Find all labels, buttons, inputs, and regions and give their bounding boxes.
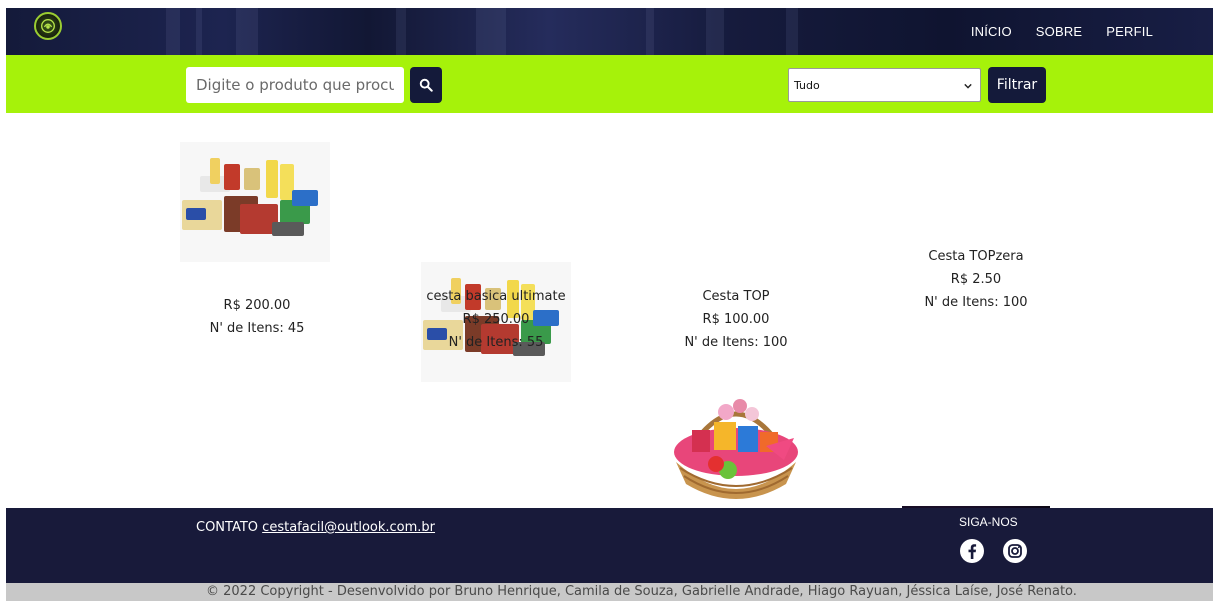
chevron-down-icon	[964, 83, 972, 89]
logo-icon[interactable]	[34, 12, 62, 40]
header-decoration	[786, 8, 798, 55]
product-card[interactable]: cesta basica ultimate R$ 250.00 N' de It…	[386, 285, 606, 354]
category-select-value: Tudo	[794, 78, 820, 92]
main-nav: INÍCIO SOBRE PERFIL	[971, 8, 1153, 55]
product-price: R$ 100.00	[702, 312, 770, 327]
product-image[interactable]	[666, 386, 806, 516]
header-decoration	[646, 8, 654, 55]
product-card[interactable]: R$ 200.00 N' de Itens: 45	[147, 294, 367, 340]
header-decoration	[396, 8, 406, 55]
nav-link-sobre[interactable]: SOBRE	[1036, 24, 1083, 39]
product-card[interactable]: Cesta TOPzera R$ 2.50 N' de Itens: 100	[866, 245, 1086, 314]
product-price: R$ 200.00	[223, 298, 291, 313]
nav-link-perfil[interactable]: PERFIL	[1106, 24, 1153, 39]
search-input[interactable]	[186, 67, 404, 103]
contact-email-link[interactable]: cestafacil@outlook.com.br	[262, 520, 435, 535]
search-icon	[419, 78, 433, 92]
header-decoration	[166, 8, 180, 55]
facebook-icon[interactable]	[959, 538, 985, 564]
header-decoration	[476, 8, 506, 55]
filter-button[interactable]: Filtrar	[988, 67, 1046, 103]
top-navbar: INÍCIO SOBRE PERFIL	[6, 8, 1213, 55]
contact-label: CONTATO	[196, 520, 259, 535]
search-button[interactable]	[410, 67, 442, 103]
header-decoration	[196, 8, 202, 55]
header-decoration	[706, 8, 724, 55]
product-item-count: N' de Itens: 100	[924, 295, 1028, 310]
category-select[interactable]: Tudo	[788, 68, 981, 102]
follow-label: SIGA-NOS	[959, 515, 1018, 529]
footer: CONTATO cestafacil@outlook.com.br SIGA-N…	[6, 508, 1213, 583]
instagram-icon[interactable]	[1002, 538, 1028, 564]
product-card[interactable]: Cesta TOP R$ 100.00 N' de Itens: 100	[626, 285, 846, 354]
search-filter-bar: Tudo Filtrar	[6, 55, 1213, 113]
header-decoration	[236, 8, 258, 55]
copyright-text: © 2022 Copyright - Desenvolvido por Brun…	[206, 584, 1077, 599]
product-item-count: N' de Itens: 45	[209, 321, 305, 336]
product-name: Cesta TOP	[702, 289, 770, 304]
product-price: R$ 2.50	[950, 272, 1002, 287]
product-item-count: N' de Itens: 55	[448, 335, 544, 350]
product-name: cesta basica ultimate	[426, 289, 566, 304]
product-price: R$ 250.00	[462, 312, 530, 327]
product-item-count: N' de Itens: 100	[684, 335, 788, 350]
gift-basket-image	[674, 399, 798, 499]
contact-block: CONTATO cestafacil@outlook.com.br	[196, 520, 435, 535]
product-image[interactable]	[180, 142, 330, 262]
logo-mark	[41, 19, 55, 33]
nav-link-inicio[interactable]: INÍCIO	[971, 24, 1012, 39]
copyright-bar: © 2022 Copyright - Desenvolvido por Brun…	[6, 583, 1213, 601]
product-name: Cesta TOPzera	[928, 249, 1024, 264]
